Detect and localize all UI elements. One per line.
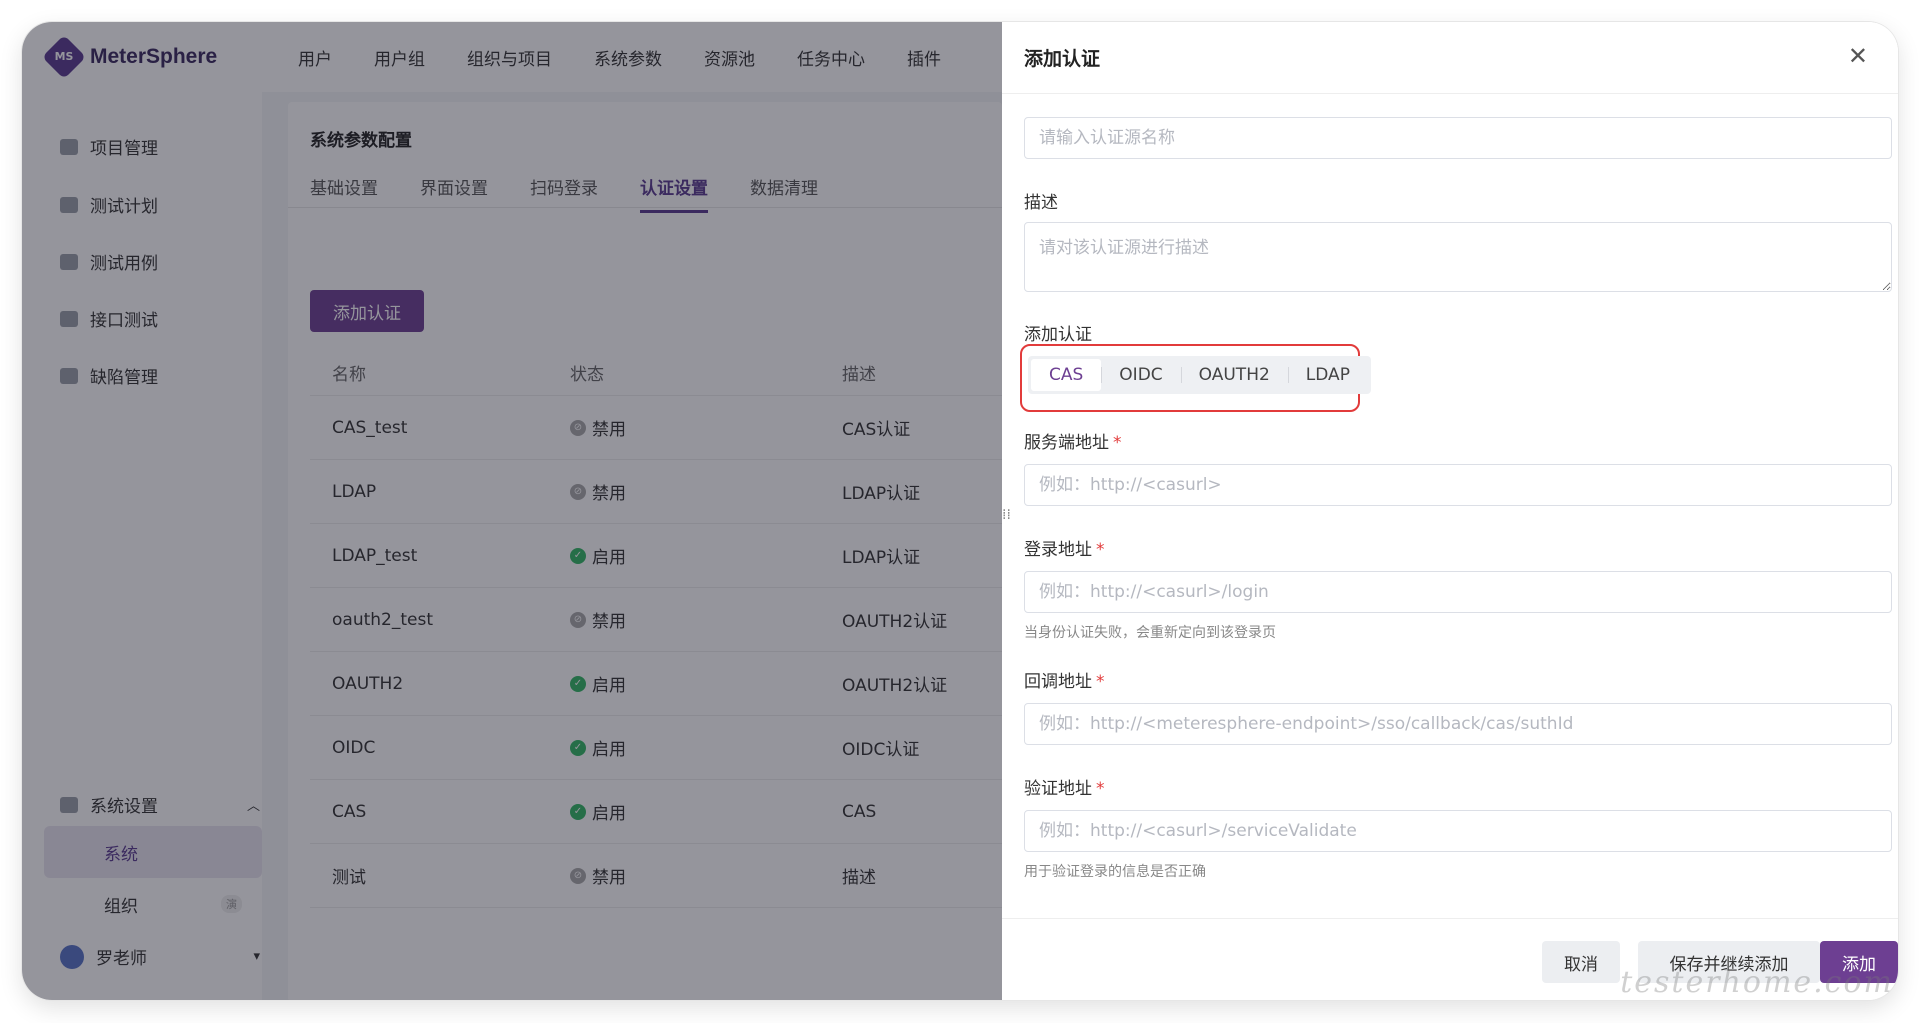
required-mark: * xyxy=(1096,672,1105,692)
label-text: 服务端地址 xyxy=(1024,433,1109,453)
auth-type-highlight: CAS OIDC OAUTH2 LDAP xyxy=(1020,344,1371,412)
close-icon[interactable]: ✕ xyxy=(1848,42,1868,70)
login-url-input[interactable] xyxy=(1024,571,1892,613)
add-auth-drawer: 添加认证 ✕ ⁞⁞ 描述 添加认证 CAS OIDC OAUTH2 LDAP 服… xyxy=(1002,22,1898,1000)
auth-type-segmented: CAS OIDC OAUTH2 LDAP xyxy=(1028,356,1371,394)
callback-url-label: 回调地址 * xyxy=(1024,667,1105,692)
modal-overlay[interactable] xyxy=(22,22,1002,1000)
required-mark: * xyxy=(1096,779,1105,799)
callback-url-input[interactable] xyxy=(1024,703,1892,745)
auth-type-label: 添加认证 xyxy=(1024,325,1092,345)
login-url-hint: 当身份认证失败，会重新定向到该登录页 xyxy=(1024,625,1276,641)
watermark: testerhome.com xyxy=(1620,965,1894,1000)
required-mark: * xyxy=(1113,433,1122,453)
drawer-footer: 取消 保存并继续添加 添加 testerhome.com xyxy=(1002,918,1898,1000)
validate-url-input[interactable] xyxy=(1024,810,1892,852)
auth-type-ldap[interactable]: LDAP xyxy=(1287,359,1368,391)
app-window: MS MeterSphere 用户 用户组 组织与项目 系统参数 资源池 任务中… xyxy=(22,22,1898,1000)
login-url-label: 登录地址 * xyxy=(1024,535,1105,560)
server-url-input[interactable] xyxy=(1024,464,1892,506)
required-mark: * xyxy=(1096,540,1105,560)
validate-url-hint: 用于验证登录的信息是否正确 xyxy=(1024,864,1206,880)
desc-label: 描述 xyxy=(1024,193,1058,213)
auth-type-cas[interactable]: CAS xyxy=(1031,359,1102,391)
drawer-header: 添加认证 ✕ xyxy=(1002,22,1898,94)
drag-handle-icon[interactable]: ⁞⁞ xyxy=(1002,507,1011,523)
validate-url-label: 验证地址 * xyxy=(1024,774,1105,799)
drawer-title: 添加认证 xyxy=(1024,48,1101,70)
label-text: 验证地址 xyxy=(1024,779,1092,799)
server-url-label: 服务端地址 * xyxy=(1024,428,1122,453)
label-text: 登录地址 xyxy=(1024,540,1092,560)
label-text: 回调地址 xyxy=(1024,672,1092,692)
desc-textarea[interactable] xyxy=(1024,222,1892,292)
auth-type-oidc[interactable]: OIDC xyxy=(1101,359,1180,391)
auth-type-oauth2[interactable]: OAUTH2 xyxy=(1180,359,1288,391)
cancel-button[interactable]: 取消 xyxy=(1542,941,1620,983)
auth-name-input[interactable] xyxy=(1024,117,1892,159)
